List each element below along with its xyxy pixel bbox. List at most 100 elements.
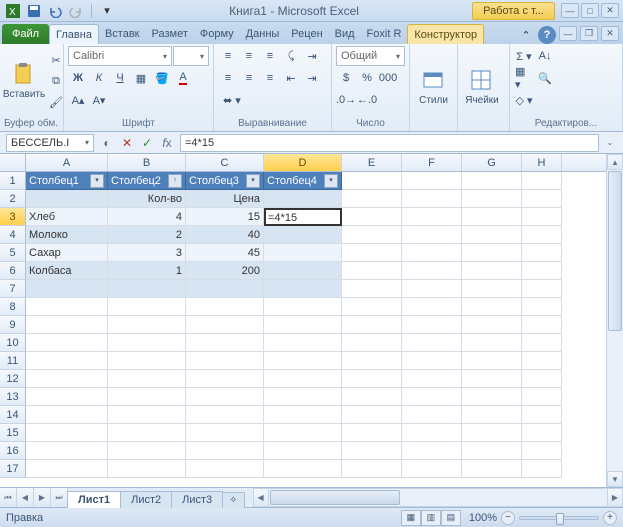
row-header[interactable]: 7 bbox=[0, 280, 26, 298]
shrink-font-button[interactable]: A▾ bbox=[89, 90, 109, 110]
wrap-text-button[interactable]: ⇥ bbox=[302, 46, 322, 66]
align-middle-button[interactable]: ≡ bbox=[239, 46, 259, 66]
cell[interactable] bbox=[522, 424, 562, 442]
view-normal-button[interactable]: ▦ bbox=[401, 510, 421, 526]
font-size-combo[interactable]: ▾ bbox=[173, 46, 209, 66]
cell[interactable] bbox=[462, 244, 522, 262]
cell[interactable] bbox=[26, 352, 108, 370]
cell[interactable] bbox=[108, 280, 186, 298]
cell[interactable] bbox=[402, 262, 462, 280]
maximize-button[interactable]: □ bbox=[581, 3, 599, 18]
number-format-combo[interactable]: Общий▾ bbox=[336, 46, 405, 66]
column-header[interactable]: B bbox=[108, 154, 186, 171]
tab-insert[interactable]: Вставк bbox=[99, 24, 146, 44]
column-header[interactable]: F bbox=[402, 154, 462, 171]
cell[interactable] bbox=[402, 172, 462, 190]
cell[interactable] bbox=[522, 190, 562, 208]
cell[interactable] bbox=[186, 352, 264, 370]
filter-dropdown-icon[interactable]: ▾ bbox=[246, 174, 260, 188]
column-header[interactable]: D bbox=[264, 154, 342, 171]
tab-formulas[interactable]: Форму bbox=[194, 24, 240, 44]
tab-review[interactable]: Рецен bbox=[285, 24, 328, 44]
fx-icon[interactable]: fx bbox=[158, 134, 176, 152]
cell[interactable] bbox=[186, 280, 264, 298]
cell[interactable] bbox=[462, 352, 522, 370]
row-header[interactable]: 13 bbox=[0, 388, 26, 406]
cell[interactable]: Цена bbox=[186, 190, 264, 208]
cell[interactable] bbox=[402, 442, 462, 460]
cell[interactable]: 40 bbox=[186, 226, 264, 244]
decrease-indent-button[interactable]: ⇤ bbox=[281, 68, 301, 88]
cell[interactable] bbox=[462, 388, 522, 406]
cell[interactable]: 4 bbox=[108, 208, 186, 226]
cell[interactable] bbox=[264, 388, 342, 406]
cell[interactable] bbox=[186, 424, 264, 442]
cell[interactable] bbox=[264, 190, 342, 208]
row-header[interactable]: 11 bbox=[0, 352, 26, 370]
cell[interactable] bbox=[342, 298, 402, 316]
autosum-button[interactable]: Σ ▾ bbox=[514, 46, 534, 66]
cell[interactable] bbox=[522, 172, 562, 190]
cell[interactable] bbox=[264, 226, 342, 244]
cell[interactable] bbox=[462, 262, 522, 280]
cell[interactable] bbox=[186, 442, 264, 460]
cell[interactable] bbox=[264, 334, 342, 352]
save-icon[interactable] bbox=[25, 2, 43, 20]
view-page-layout-button[interactable]: ▥ bbox=[421, 510, 441, 526]
undo-icon[interactable] bbox=[46, 2, 64, 20]
cell[interactable] bbox=[108, 316, 186, 334]
cell[interactable] bbox=[402, 334, 462, 352]
zoom-in-button[interactable]: + bbox=[603, 511, 617, 525]
cell[interactable] bbox=[402, 190, 462, 208]
formula-expand-button[interactable]: ⌄ bbox=[603, 138, 617, 147]
cell[interactable] bbox=[26, 460, 108, 478]
new-sheet-button[interactable]: ✧ bbox=[222, 492, 244, 508]
accept-edit-button[interactable]: ✓ bbox=[138, 134, 156, 152]
cells-button[interactable]: Ячейки bbox=[462, 55, 502, 119]
cell[interactable] bbox=[522, 316, 562, 334]
merge-cells-button[interactable]: ⬌ ▾ bbox=[218, 90, 246, 110]
cell[interactable] bbox=[342, 190, 402, 208]
cell[interactable] bbox=[522, 460, 562, 478]
tab-data[interactable]: Данны bbox=[240, 24, 286, 44]
cell[interactable] bbox=[108, 352, 186, 370]
tab-nav-first[interactable]: ⏮ bbox=[0, 488, 17, 507]
font-color-button[interactable]: A bbox=[173, 68, 193, 88]
bold-button[interactable]: Ж bbox=[68, 68, 88, 88]
tab-view[interactable]: Вид bbox=[329, 24, 361, 44]
increase-indent-button[interactable]: ⇥ bbox=[302, 68, 322, 88]
minimize-button[interactable]: — bbox=[561, 3, 579, 18]
cell[interactable] bbox=[264, 406, 342, 424]
cell[interactable] bbox=[462, 280, 522, 298]
scroll-thumb-v[interactable] bbox=[608, 171, 622, 331]
redo-icon[interactable] bbox=[67, 2, 85, 20]
cell[interactable] bbox=[342, 388, 402, 406]
scroll-left-button[interactable]: ◀ bbox=[253, 488, 269, 507]
cell[interactable]: 3 bbox=[108, 244, 186, 262]
cell[interactable] bbox=[26, 316, 108, 334]
help-icon[interactable]: ? bbox=[538, 26, 556, 44]
row-header[interactable]: 6 bbox=[0, 262, 26, 280]
cell[interactable] bbox=[342, 172, 402, 190]
column-header[interactable]: C bbox=[186, 154, 264, 171]
scroll-down-button[interactable]: ▼ bbox=[607, 471, 623, 487]
cell[interactable]: Молоко bbox=[26, 226, 108, 244]
tab-nav-last[interactable]: ⏭ bbox=[51, 488, 68, 507]
cell[interactable] bbox=[522, 442, 562, 460]
cell[interactable] bbox=[402, 406, 462, 424]
cell[interactable] bbox=[522, 370, 562, 388]
row-header[interactable]: 14 bbox=[0, 406, 26, 424]
doc-restore-button[interactable]: ❐ bbox=[580, 26, 598, 41]
name-box[interactable]: БЕССЕЛЬ.I▾ bbox=[6, 134, 94, 152]
cell[interactable] bbox=[186, 388, 264, 406]
cell[interactable] bbox=[186, 316, 264, 334]
cell[interactable]: Кол-во bbox=[108, 190, 186, 208]
column-header[interactable]: E bbox=[342, 154, 402, 171]
table-header-cell[interactable]: Столбец1▾ bbox=[26, 172, 108, 190]
cell[interactable] bbox=[402, 424, 462, 442]
filter-dropdown-icon[interactable]: ↑ bbox=[168, 174, 182, 188]
cell[interactable] bbox=[264, 280, 342, 298]
row-header[interactable]: 2 bbox=[0, 190, 26, 208]
sheet-tab[interactable]: Лист1 bbox=[67, 491, 121, 508]
cell[interactable] bbox=[342, 316, 402, 334]
